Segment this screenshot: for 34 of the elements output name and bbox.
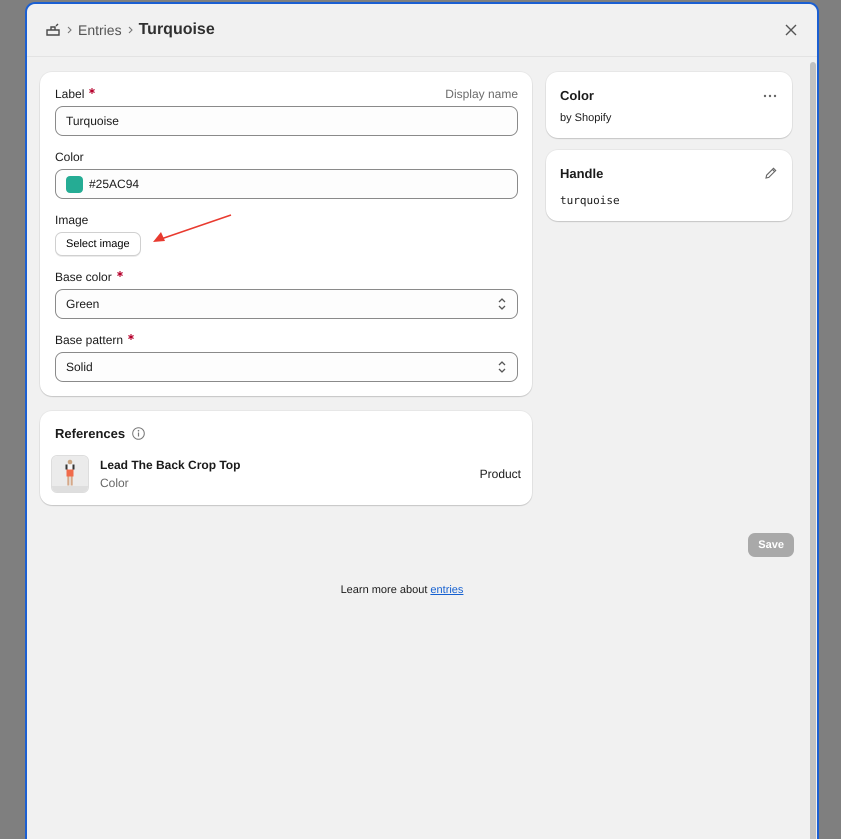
color-input-field[interactable]: #25AC94 (55, 169, 518, 199)
field-hint: Display name (445, 87, 518, 101)
select-field[interactable]: Solid (55, 352, 518, 382)
info-icon (132, 427, 146, 440)
card-subtitle: by Shopify (560, 112, 612, 124)
field-label: Color (55, 150, 84, 164)
field-label: Image (55, 213, 88, 227)
chevron-icon (128, 26, 133, 34)
entries-link[interactable]: entries (430, 584, 464, 596)
select-field[interactable]: Green (55, 289, 518, 319)
close-button[interactable] (783, 22, 799, 38)
chevron-up-down-icon (497, 297, 507, 311)
card-title: References (55, 426, 126, 441)
footer-text: Learn more about (340, 584, 428, 596)
card-title: Color (560, 88, 594, 103)
metaobject-icon (45, 23, 61, 37)
card-title: Handle (560, 166, 604, 181)
field-label: Label (55, 87, 84, 101)
reference-title: Lead The Back Crop Top (100, 458, 240, 472)
reference-row[interactable]: Lead The Back Crop Top Color Product (51, 455, 521, 493)
reference-subtitle: Color (100, 476, 130, 490)
pencil-icon[interactable] (764, 167, 777, 180)
reference-type: Product (480, 467, 521, 481)
handle-value: turquoise (560, 193, 621, 207)
page-title: Turquoise (138, 21, 215, 39)
text-input-field[interactable]: Turquoise (55, 106, 518, 136)
field-label: Base color (55, 270, 112, 284)
field-label: Base pattern (55, 333, 124, 347)
breadcrumb-link[interactable]: Entries (78, 22, 122, 38)
scrollbar-thumb[interactable] (810, 62, 816, 839)
chevron-icon (67, 26, 72, 34)
chevron-up-down-icon (497, 360, 507, 374)
select-image-button[interactable]: Select image (55, 232, 141, 256)
more-icon[interactable] (763, 94, 777, 98)
